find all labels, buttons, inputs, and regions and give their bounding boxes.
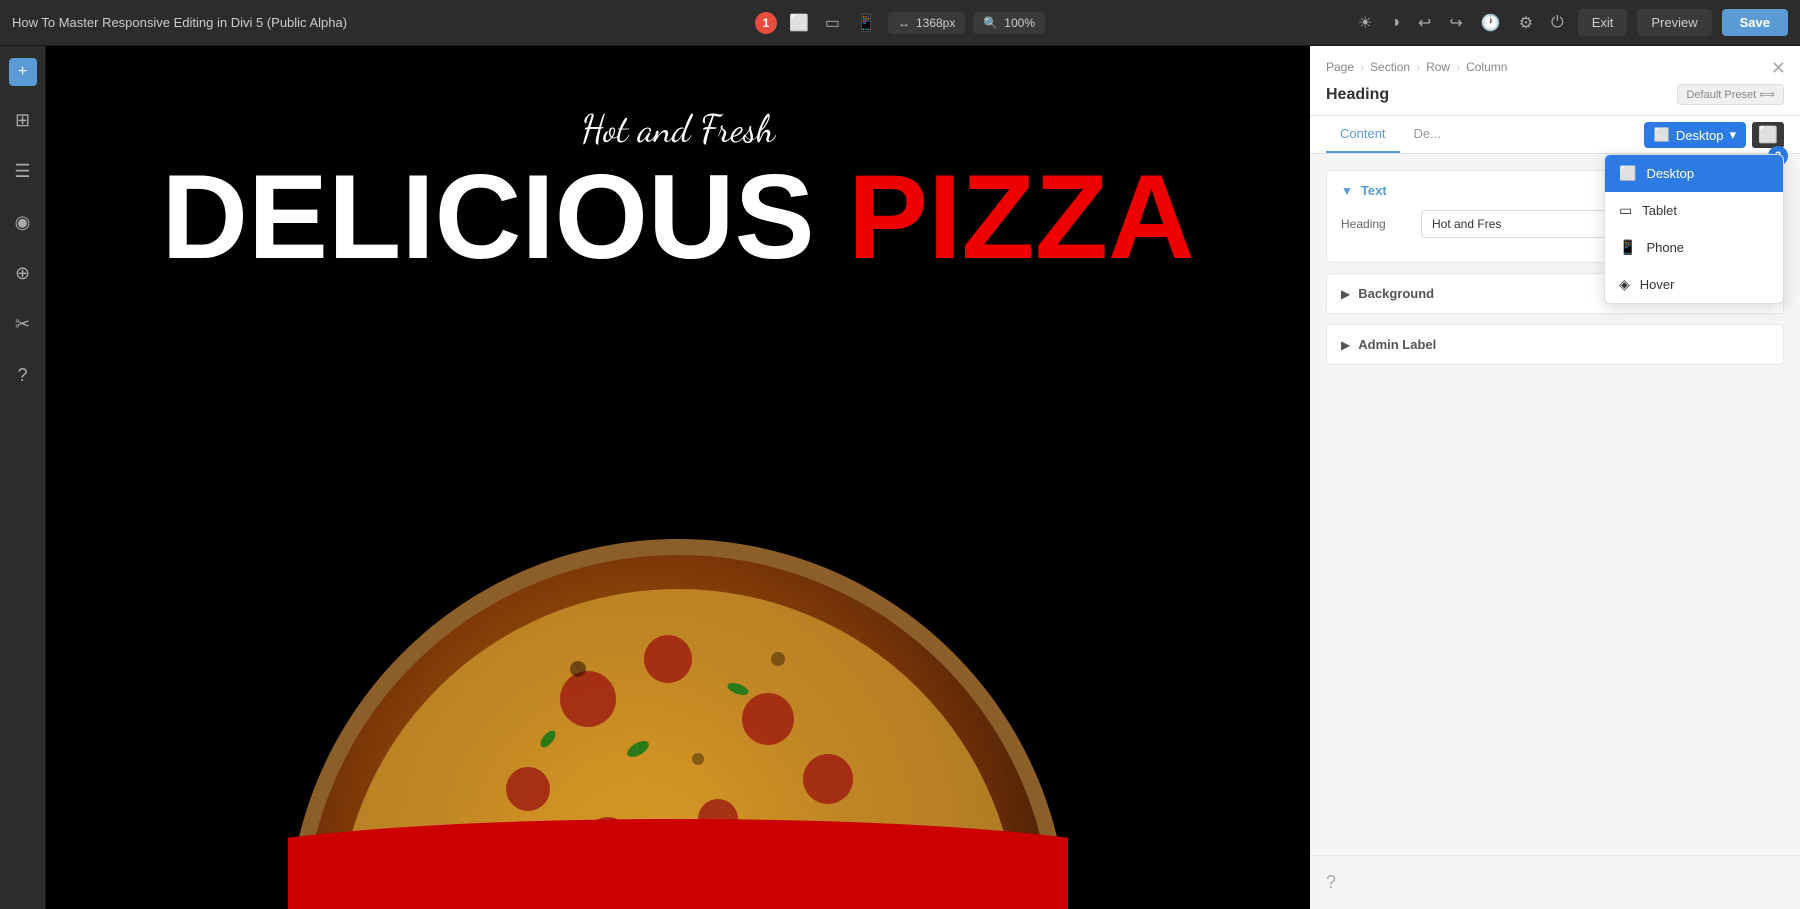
add-element-button[interactable]: +: [9, 58, 37, 86]
panel-title-row: Heading Default Preset ⟺: [1326, 84, 1784, 105]
phone-view-icon[interactable]: 📱: [852, 9, 880, 37]
search-sidebar-icon[interactable]: ⊕: [9, 257, 36, 290]
phone-option-icon: 📱: [1619, 239, 1636, 256]
history-sidebar-icon[interactable]: ◉: [9, 206, 37, 239]
badge-1[interactable]: 1: [755, 12, 777, 34]
tablet-view-icon[interactable]: ▭: [821, 9, 844, 37]
breadcrumb-column[interactable]: Column: [1466, 60, 1507, 74]
heading-field-label: Heading: [1341, 217, 1411, 231]
save-button[interactable]: Save: [1722, 9, 1788, 36]
responsive-controls: ⬜ Desktop ▾ ⬜: [1644, 122, 1784, 148]
admin-label-section-header[interactable]: ▶ Admin Label: [1327, 325, 1783, 364]
redo-icon[interactable]: ↪: [1445, 9, 1466, 37]
canvas-area: Hot and Fresh DELICIOUS PIZZA: [46, 46, 1310, 909]
responsive-dropdown-menu: ⬜ Desktop ▭ Tablet 📱 Phone ◈ Hover: [1604, 154, 1784, 304]
zoom-icon: 🔍: [983, 16, 998, 30]
history-icon[interactable]: 🕐: [1477, 9, 1505, 37]
px-display[interactable]: ↔ 1368px: [888, 12, 965, 34]
power-icon[interactable]: ⏻: [1547, 10, 1568, 36]
preview-button[interactable]: Preview: [1637, 9, 1711, 36]
breadcrumb-section[interactable]: Section: [1370, 60, 1410, 74]
breadcrumb-page[interactable]: Page: [1326, 60, 1354, 74]
tablet-option-icon: ▭: [1619, 202, 1632, 219]
dropdown-item-hover[interactable]: ◈ Hover: [1605, 266, 1783, 303]
topbar-right: ☀ ◑ ↩ ↪ 🕐 ⚙ ⏻ Exit Preview Save: [1354, 9, 1788, 37]
help-icon[interactable]: ?: [1310, 855, 1800, 909]
close-panel-button[interactable]: ✕: [1771, 58, 1786, 79]
px-value: 1368px: [916, 16, 955, 30]
desktop-option-icon: ⬜: [1619, 165, 1636, 182]
desktop-icon: ⬜: [1654, 127, 1670, 143]
hero-title-red: PIZZA: [848, 150, 1195, 284]
topbar-center-controls: 1 ⬜ ▭ 📱 ↔ 1368px 🔍 100%: [755, 9, 1045, 37]
resize-icon: ↔: [898, 16, 910, 30]
right-panel: Page › Section › Row › Column Heading De…: [1310, 46, 1800, 909]
main-layout: + ⊞ ☰ ◉ ⊕ ✂ ? Hot and Fresh DELICIOUS PI…: [0, 46, 1800, 909]
exit-button[interactable]: Exit: [1578, 9, 1628, 36]
background-chevron-icon: ▶: [1341, 287, 1350, 301]
responsive-dropdown-button[interactable]: ⬜ Desktop ▾: [1644, 122, 1746, 148]
layout-icon[interactable]: ⊞: [9, 104, 36, 137]
breadcrumb-row[interactable]: Row: [1426, 60, 1450, 74]
chevron-down-icon: ▾: [1730, 127, 1737, 143]
preset-badge[interactable]: Default Preset ⟺: [1677, 84, 1784, 105]
hover-option-icon: ◈: [1619, 276, 1630, 293]
admin-label-section-label: Admin Label: [1358, 337, 1436, 352]
panel-tabs: Content De... ⬜ Desktop ▾ ⬜: [1310, 116, 1800, 154]
responsive-square-icon[interactable]: ⬜: [1752, 122, 1784, 148]
zoom-display[interactable]: 🔍 100%: [973, 12, 1045, 34]
admin-label-section: ▶ Admin Label: [1326, 324, 1784, 365]
text-chevron-icon: ▼: [1341, 184, 1353, 198]
navigator-icon[interactable]: ☰: [8, 155, 36, 188]
undo-icon[interactable]: ↩: [1414, 9, 1435, 37]
panel-title: Heading: [1326, 86, 1389, 104]
dropdown-item-phone[interactable]: 📱 Phone: [1605, 229, 1783, 266]
settings-icon[interactable]: ⚙: [1515, 9, 1537, 37]
hero-title-white: DELICIOUS: [161, 150, 848, 284]
left-sidebar: + ⊞ ☰ ◉ ⊕ ✂ ?: [0, 46, 46, 909]
hero-subtitle: Hot and Fresh: [581, 106, 775, 152]
admin-chevron-icon: ▶: [1341, 338, 1350, 352]
help-sidebar-icon[interactable]: ?: [11, 359, 33, 392]
moon-icon[interactable]: ◑: [1386, 10, 1404, 36]
zoom-value: 100%: [1004, 16, 1035, 30]
sun-icon[interactable]: ☀: [1354, 9, 1376, 37]
pizza-image: [288, 409, 1068, 909]
tab-design[interactable]: De...: [1400, 116, 1455, 153]
desktop-view-icon[interactable]: ⬜: [785, 9, 813, 37]
dropdown-item-desktop[interactable]: ⬜ Desktop: [1605, 155, 1783, 192]
topbar-title: How To Master Responsive Editing in Divi…: [12, 15, 1342, 30]
hero-section: Hot and Fresh DELICIOUS PIZZA: [46, 46, 1310, 909]
tab-content[interactable]: Content: [1326, 116, 1400, 153]
breadcrumb: Page › Section › Row › Column: [1326, 60, 1784, 74]
background-section-label: Background: [1358, 286, 1434, 301]
hero-title: DELICIOUS PIZZA: [161, 157, 1194, 277]
dropdown-item-tablet[interactable]: ▭ Tablet: [1605, 192, 1783, 229]
pizza-svg: [288, 409, 1068, 909]
topbar: How To Master Responsive Editing in Divi…: [0, 0, 1800, 46]
tools-icon[interactable]: ✂: [9, 308, 36, 341]
text-section-label: Text: [1361, 183, 1387, 198]
panel-header: Page › Section › Row › Column Heading De…: [1310, 46, 1800, 116]
